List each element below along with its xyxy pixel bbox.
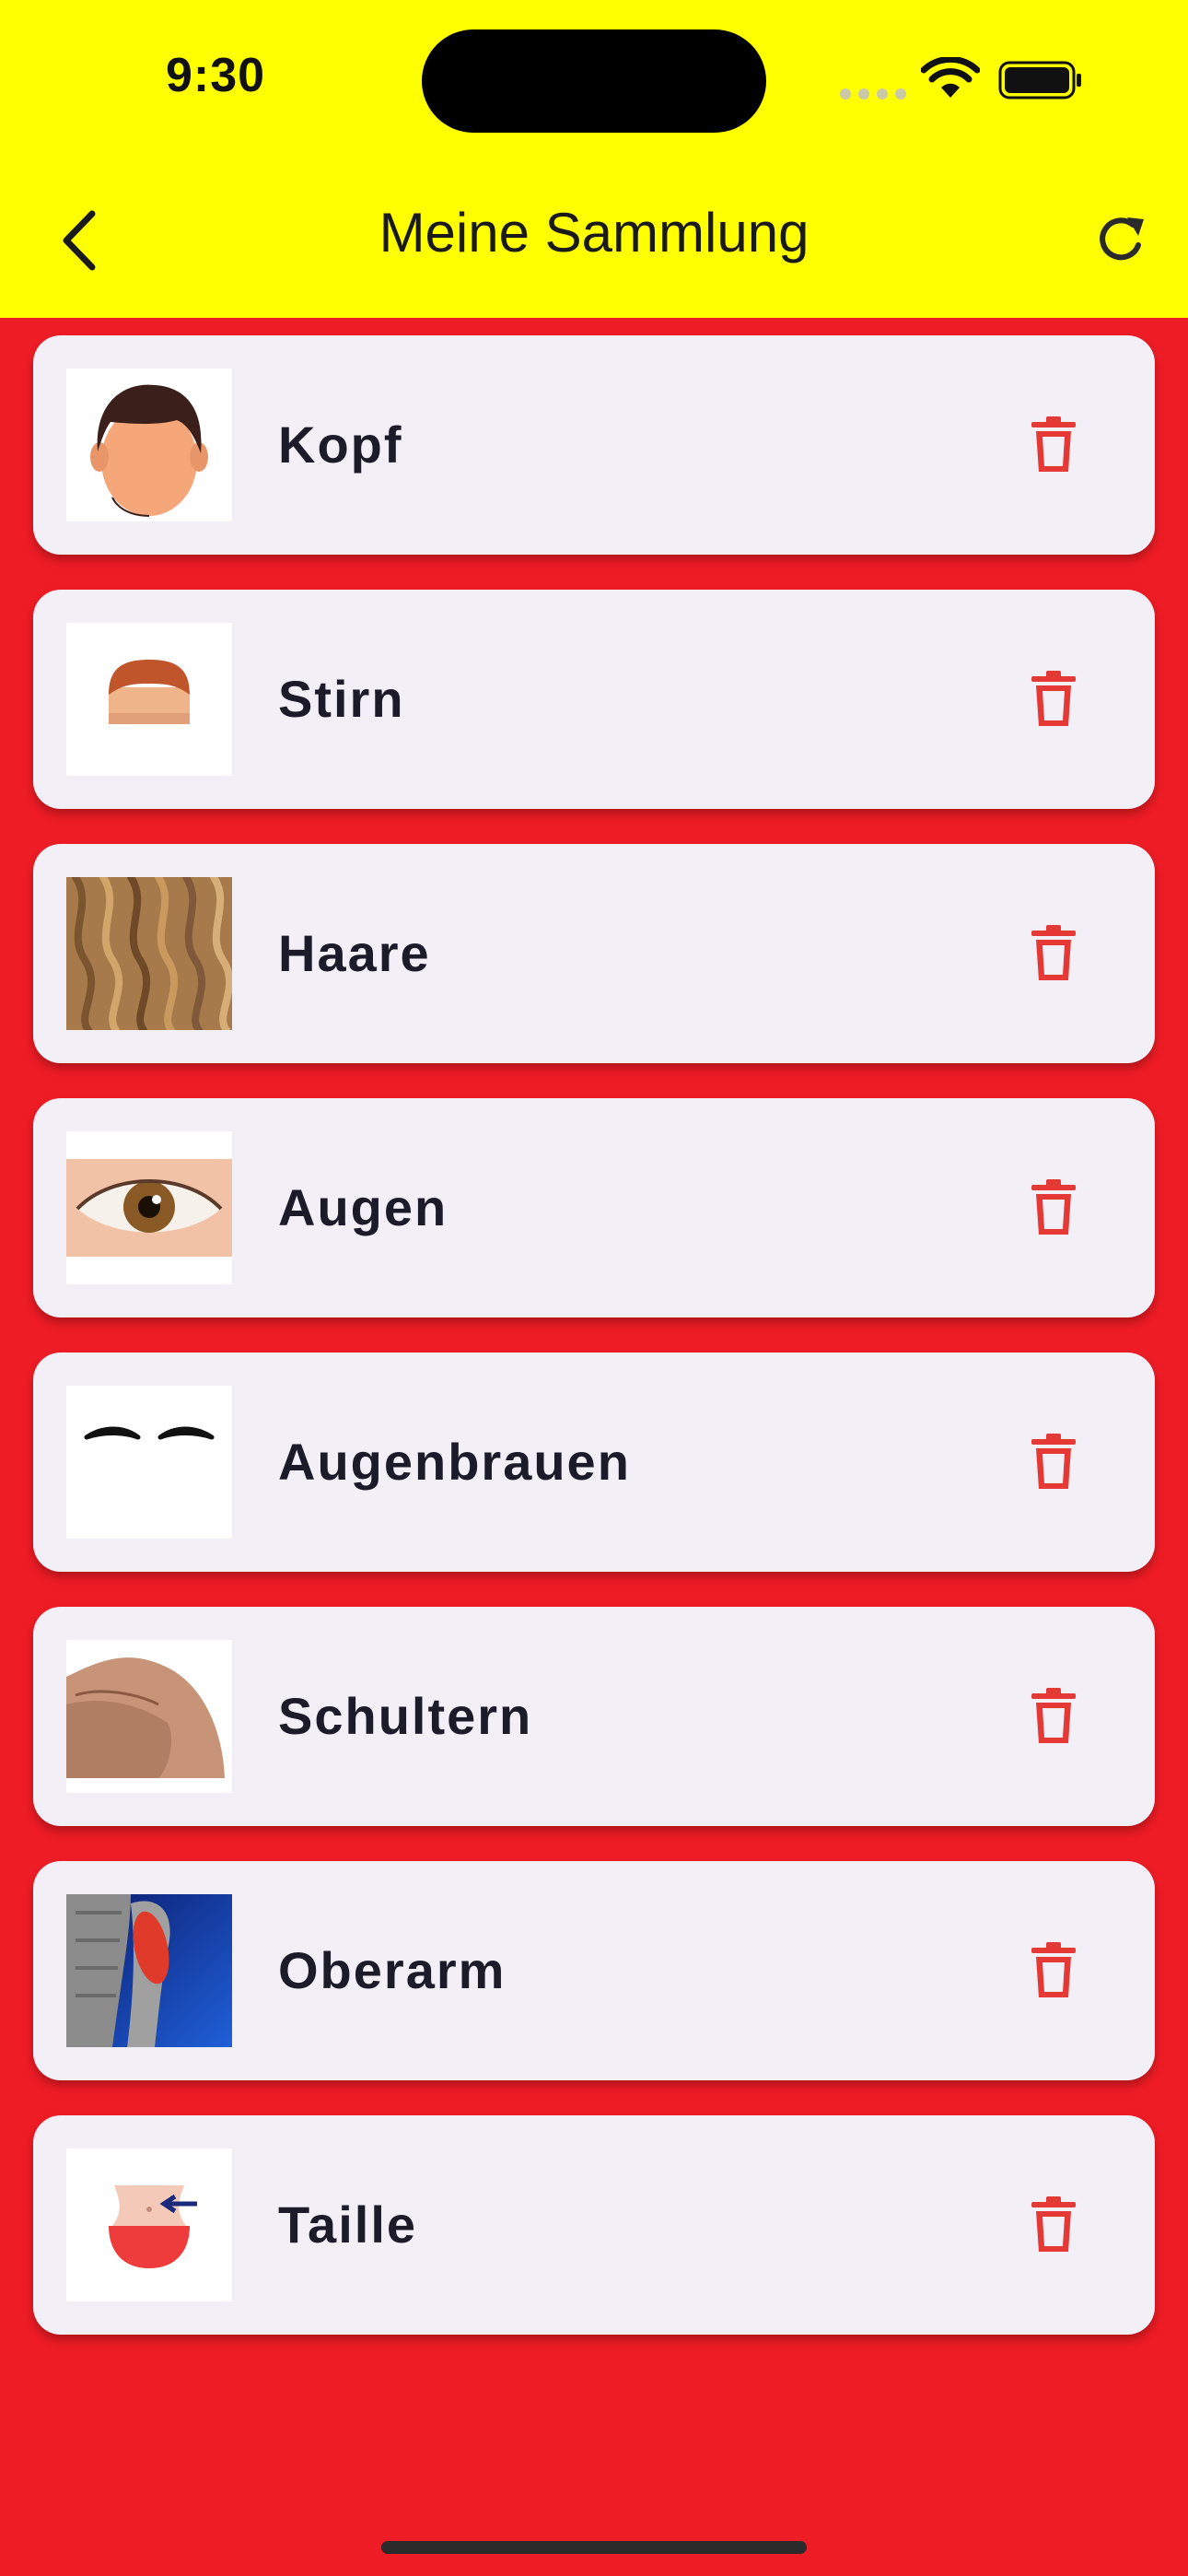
signal-dots-icon — [840, 88, 906, 101]
item-label: Haare — [278, 924, 431, 982]
item-label: Augenbrauen — [278, 1433, 631, 1491]
list-item[interactable]: Oberarm — [33, 1861, 1155, 2080]
shoulder-image — [66, 1640, 232, 1793]
home-indicator[interactable] — [381, 2541, 807, 2554]
delete-icon[interactable] — [1028, 671, 1079, 728]
forehead-image — [66, 623, 232, 776]
head-image — [66, 369, 232, 521]
delete-icon[interactable] — [1028, 1179, 1079, 1236]
delete-icon[interactable] — [1028, 925, 1079, 982]
item-label: Taille — [278, 2195, 418, 2254]
battery-icon — [998, 61, 1081, 100]
list-item[interactable]: Stirn — [33, 590, 1155, 809]
list-item[interactable]: Augen — [33, 1098, 1155, 1317]
delete-icon[interactable] — [1028, 2196, 1079, 2254]
list-item[interactable]: Augenbrauen — [33, 1352, 1155, 1572]
delete-icon[interactable] — [1028, 1688, 1079, 1745]
status-time: 9:30 — [166, 49, 266, 102]
waist-image — [66, 2149, 232, 2301]
list-item[interactable]: Taille — [33, 2115, 1155, 2335]
list-item[interactable]: Schultern — [33, 1607, 1155, 1826]
wifi-icon — [921, 57, 980, 98]
item-label: Oberarm — [278, 1941, 507, 1999]
hair-image — [66, 877, 232, 1030]
list-item[interactable]: Haare — [33, 844, 1155, 1063]
delete-icon[interactable] — [1028, 1434, 1079, 1491]
refresh-icon[interactable] — [1092, 210, 1151, 269]
app-bar: 9:30 Meine Sammlung — [0, 0, 1188, 318]
delete-icon[interactable] — [1028, 416, 1079, 474]
item-label: Schultern — [278, 1687, 533, 1745]
upper-arm-image — [66, 1894, 232, 2047]
dynamic-island — [422, 29, 766, 133]
item-label: Augen — [278, 1178, 448, 1236]
item-label: Stirn — [278, 670, 405, 728]
list-item[interactable]: Kopf — [33, 335, 1155, 555]
eye-image — [66, 1131, 232, 1284]
delete-icon[interactable] — [1028, 1942, 1079, 1999]
page-title: Meine Sammlung — [379, 202, 809, 263]
eyebrows-image — [66, 1386, 232, 1539]
item-label: Kopf — [278, 416, 403, 474]
